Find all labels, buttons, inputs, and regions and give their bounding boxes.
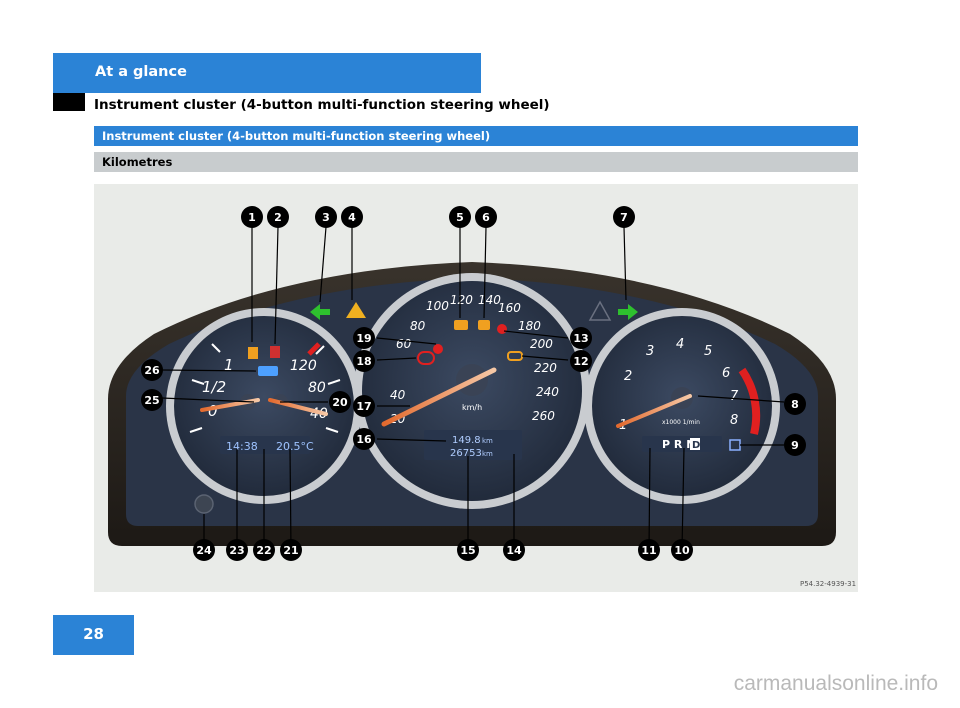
temp-label-80: 80 [308,380,326,396]
speedo-tick-80: 80 [410,319,426,333]
image-code: P54.32-4939-31 [800,580,856,588]
reset-button-icon [194,494,214,514]
speedo-tick-40: 40 [390,388,406,402]
callout-18: 18 [356,355,371,368]
coolant-temp-icon [270,346,280,358]
total-odometer: 26753 [450,448,482,459]
section-tab: At a glance [53,53,481,93]
callout-8: 8 [791,398,799,411]
abs-warning-icon [454,320,468,330]
fuel-label-half: 1/2 [202,378,226,396]
callout-26: 26 [144,364,160,377]
page-number-tab: 28 [53,615,134,655]
callout-20: 20 [332,396,348,409]
gray-heading-bar: Kilometres [94,152,858,172]
speedo-tick-260: 260 [532,409,555,423]
callout-23: 23 [229,544,244,557]
callout-7: 7 [620,211,628,224]
speedo-tick-180: 180 [518,319,541,333]
temp-label-120: 120 [290,358,317,374]
fuel-reserve-icon [248,347,258,359]
callout-25: 25 [144,394,159,407]
tacho-tick-2: 2 [624,369,632,384]
callout-17: 17 [356,400,371,413]
gear-selected: D [692,440,700,451]
callout-6: 6 [482,211,490,224]
callout-10: 10 [674,544,690,557]
speedo-tick-220: 220 [534,361,557,375]
section-title: At a glance [95,64,187,80]
callout-1: 1 [248,211,256,224]
speedo-tick-240: 240 [536,385,559,399]
watermark: carmanualsonline.info [733,672,938,695]
callout-21: 21 [283,544,298,557]
callout-11: 11 [641,544,656,557]
tacho-tick-5: 5 [704,344,712,359]
callout-22: 22 [256,544,271,557]
speedo-tick-100: 100 [426,299,449,313]
callout-9: 9 [791,439,799,452]
callout-13: 13 [573,332,588,345]
seatbelt-warning-icon [433,344,443,354]
clock-display: 14:38 [226,440,258,453]
tacho-tick-7: 7 [730,389,739,404]
engine-diagnosis-icon [478,320,490,330]
gray-bar-label: Kilometres [102,155,173,169]
speedo-tick-200: 200 [530,337,553,351]
outside-temp-display: 20.5°C [276,440,314,453]
callout-19: 19 [356,332,371,345]
callout-3: 3 [322,211,330,224]
tacho-tick-4: 4 [676,337,684,352]
blue-heading-bar: Instrument cluster (4-button multi-funct… [94,126,858,146]
callout-16: 16 [356,433,372,446]
callout-2: 2 [274,211,282,224]
instrument-cluster-figure: 0 1/2 1 120 80 40 14:38 20.5°C 1 2 3 4 5… [94,184,858,592]
callout-5: 5 [456,211,464,224]
callout-12: 12 [573,355,588,368]
total-unit: km [482,450,493,458]
speedo-unit: km/h [462,403,482,412]
tacho-tick-3: 3 [646,344,654,359]
callout-4: 4 [348,211,356,224]
trip-odometer: 149.8 [452,435,481,446]
callout-15: 15 [460,544,475,557]
fuel-label-0: 0 [208,402,218,420]
callout-24: 24 [196,544,212,557]
high-beam-icon [258,366,278,376]
page-number: 28 [83,625,104,643]
black-marker [53,93,85,111]
trip-unit: km [482,437,493,445]
speedo-tick-60: 60 [396,337,412,351]
tacho-tick-8: 8 [730,413,738,428]
blue-bar-label: Instrument cluster (4-button multi-funct… [102,129,491,143]
tacho-unit: x1000 1/min [662,419,700,426]
speedo-tick-120: 120 [450,293,473,307]
tacho-tick-6: 6 [722,366,730,381]
cluster-illustration: 0 1/2 1 120 80 40 14:38 20.5°C 1 2 3 4 5… [108,206,856,588]
page-heading: Instrument cluster (4-button multi-funct… [94,97,550,113]
callout-14: 14 [506,544,522,557]
speedo-tick-160: 160 [498,301,521,315]
airbag-warning-icon [497,324,507,334]
